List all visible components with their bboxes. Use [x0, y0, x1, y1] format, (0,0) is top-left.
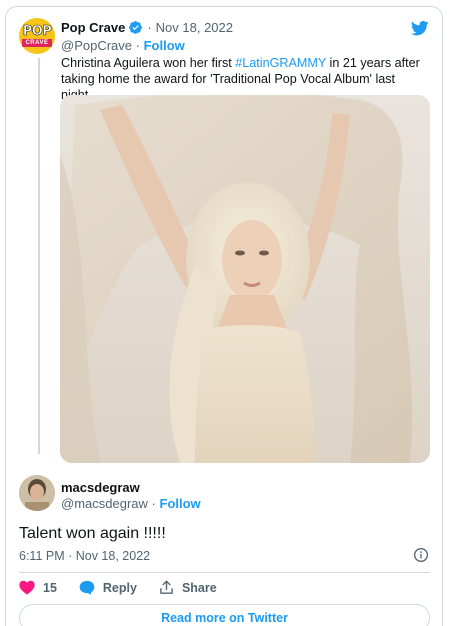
verified-badge-icon [129, 21, 143, 34]
follow-pop-crave-link[interactable]: Follow [144, 38, 185, 53]
tweet-text-part-1: Christina Aguilera won her first [61, 56, 236, 70]
macsdegraw-avatar[interactable] [19, 475, 55, 511]
actions-divider [19, 572, 430, 573]
original-handle-row: @PopCrave · Follow [61, 38, 185, 53]
reply-author-name[interactable]: macsdegraw [61, 480, 140, 495]
reply-handle-separator: · [151, 496, 156, 511]
follow-macsdegraw-link[interactable]: Follow [160, 496, 201, 511]
info-icon[interactable] [413, 547, 429, 563]
handle-separator: · [135, 38, 140, 53]
likes-count: 15 [43, 580, 57, 595]
reply-tweet-text: Talent won again !!!!! [19, 525, 166, 542]
share-upload-icon [160, 580, 173, 594]
original-author-handle[interactable]: @PopCrave [61, 38, 132, 53]
tweet-actions-bar: 15 Reply Share [19, 580, 239, 595]
pop-crave-avatar[interactable]: POP CRAVE [19, 18, 55, 54]
avatar-logo-text-bottom: CRAVE [22, 38, 52, 47]
avatar-logo-text-top: POP [22, 23, 52, 39]
reply-timestamp[interactable]: 6:11 PM · Nov 18, 2022 [19, 549, 150, 563]
twitter-bird-icon[interactable] [411, 21, 429, 36]
reply-label: Reply [102, 580, 137, 595]
reply-author-handle[interactable]: @macsdegraw [61, 496, 148, 511]
like-button[interactable]: 15 [19, 580, 57, 595]
date-separator: · [147, 20, 152, 35]
thread-connector-line [38, 58, 40, 454]
original-author-row: Pop Crave · Nov 18, 2022 [61, 20, 233, 35]
share-button[interactable]: Share [159, 580, 217, 595]
latin-grammy-hashtag-link[interactable]: #LatinGRAMMY [235, 56, 326, 70]
reply-handle-row: @macsdegraw · Follow [61, 496, 201, 511]
share-label: Share [181, 580, 217, 595]
avatar-image [19, 475, 55, 511]
original-tweet-date[interactable]: Nov 18, 2022 [156, 20, 233, 35]
speech-bubble-icon [79, 580, 95, 595]
original-author-name[interactable]: Pop Crave [61, 20, 125, 35]
photo-illustration [60, 95, 430, 463]
read-more-on-twitter-button[interactable]: Read more on Twitter [19, 604, 430, 626]
tweet-photo[interactable] [60, 95, 430, 463]
reply-button[interactable]: Reply [79, 580, 137, 595]
heart-icon [19, 580, 35, 595]
